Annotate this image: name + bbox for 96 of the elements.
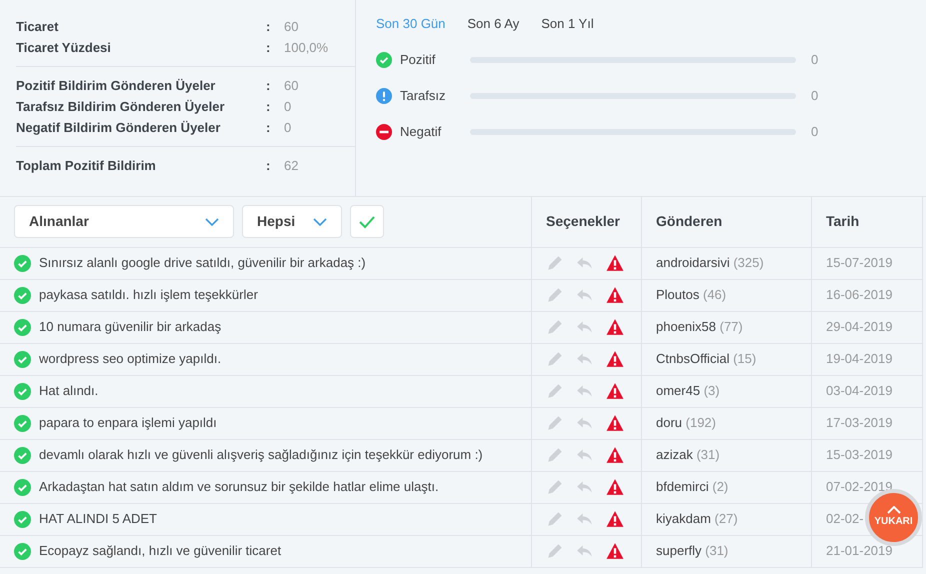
check-circle-icon [376, 52, 392, 68]
pencil-icon[interactable] [546, 414, 564, 432]
sender-name: androidarsivi (325) [656, 255, 764, 270]
colon: : [266, 76, 272, 95]
comment-text: Hat alındı. [39, 382, 98, 400]
chevron-down-icon [313, 218, 327, 226]
column-header: Seçenekler [532, 197, 642, 247]
period-tab[interactable]: Son 6 Ay [467, 14, 520, 34]
date-cell: 03-04-2019 [812, 375, 922, 407]
feedback-count: 0 [811, 50, 818, 69]
comment-text: wordpress seo optimize yapıldı. [39, 350, 222, 368]
colon: : [266, 98, 272, 116]
warning-icon[interactable] [606, 286, 624, 304]
date-cell: 16-06-2019 [812, 279, 922, 311]
pencil-icon[interactable] [546, 542, 564, 560]
confirm-button[interactable] [350, 205, 384, 238]
date-cell: 19-04-2019 [812, 343, 922, 375]
date-cell: 17-03-2019 [812, 407, 922, 439]
warning-icon[interactable] [606, 414, 624, 432]
pencil-icon[interactable] [546, 254, 564, 272]
feedback-label: Negatif [400, 122, 442, 141]
check-circle-icon [14, 478, 31, 496]
pencil-icon[interactable] [546, 286, 564, 304]
check-circle-icon [14, 254, 31, 272]
comment-text: Arkadaştan hat satın aldım ve sorunsuz bir şekilde hatlar elime ulaştı. [39, 478, 439, 496]
sender-name: CtnbsOfficial (15) [656, 351, 756, 366]
warning-icon[interactable] [606, 382, 624, 400]
stat-value: 60 [284, 76, 298, 95]
colon: : [266, 156, 272, 175]
stat-label: Pozitif Bildirim Gönderen Üyeler [16, 76, 216, 95]
stat-value: 100,0% [284, 38, 328, 57]
warning-icon[interactable] [606, 318, 624, 336]
direction-select[interactable]: Alınanlar [14, 205, 234, 238]
pencil-icon[interactable] [546, 510, 564, 528]
colon: : [266, 38, 272, 57]
comment-text: 10 numara güvenilir bir arkadaş [39, 318, 222, 336]
stat-value: 62 [284, 156, 298, 175]
stat-label: Tarafsız Bildirim Gönderen Üyeler [16, 98, 226, 116]
sender-name: omer45 (3) [656, 383, 720, 398]
pencil-icon[interactable] [546, 318, 564, 336]
check-circle-icon [14, 318, 31, 336]
pencil-icon[interactable] [546, 382, 564, 400]
comment-text: papara to enpara işlemi yapıldı [39, 414, 217, 432]
warning-icon[interactable] [606, 510, 624, 528]
check-circle-icon [14, 286, 31, 304]
pencil-icon[interactable] [546, 478, 564, 496]
check-circle-icon [14, 542, 31, 560]
minus-circle-icon [376, 124, 392, 140]
chevron-down-icon [205, 218, 219, 226]
feedback-count: 0 [811, 86, 818, 105]
stat-label: Ticaret Yüzdesi [16, 38, 112, 57]
warning-icon[interactable] [606, 350, 624, 368]
check-circle-icon [14, 414, 31, 432]
sender-name: phoenix58 (77) [656, 319, 743, 334]
column-header: Gönderen [642, 197, 812, 247]
warning-icon[interactable] [606, 542, 624, 560]
date-cell: 15-07-2019 [812, 247, 922, 279]
comment-text: Ecopayz sağlandı, hızlı ve güvenilir ticaret [39, 542, 282, 560]
stat-label: Toplam Pozitif Bildirim [16, 156, 157, 175]
check-icon [359, 214, 375, 229]
check-circle-icon [14, 510, 31, 528]
date-cell: 15-03-2019 [812, 439, 922, 471]
stat-value: 0 [284, 98, 292, 116]
stat-label: Negatif Bildirim Gönderen Üyeler [16, 118, 222, 137]
sender-name: Ploutos (46) [656, 287, 726, 302]
sender-name: kiyakdam (27) [656, 511, 738, 526]
warning-icon[interactable] [606, 478, 624, 496]
comment-text: devamlı olarak hızlı ve güvenli alışveriş sağladığınız için teşekkür ediyorum :) [39, 446, 483, 464]
warning-icon[interactable] [606, 254, 624, 272]
sender-name: superfly (31) [656, 543, 728, 558]
stat-label: Ticaret [16, 18, 60, 36]
check-circle-icon [14, 350, 31, 368]
stat-value: 0 [284, 118, 292, 137]
column-header: Tarih [812, 197, 922, 247]
warning-icon[interactable] [606, 446, 624, 464]
feedback-count: 0 [811, 122, 818, 141]
colon: : [266, 118, 272, 137]
exclamation-circle-icon [376, 88, 392, 104]
pencil-icon[interactable] [546, 350, 564, 368]
comment-text: Sınırsız alanlı google drive satıldı, güvenilir bir arkadaş :) [39, 254, 366, 272]
sender-name: bfdemirci (2) [656, 479, 728, 494]
type-select[interactable]: Hepsi [242, 205, 342, 238]
caret-up-icon [886, 506, 900, 514]
feedback-label: Tarafsız [400, 86, 447, 105]
check-circle-icon [14, 446, 31, 464]
colon: : [266, 18, 272, 36]
pencil-icon[interactable] [546, 446, 564, 464]
stat-value: 60 [284, 18, 298, 36]
comment-text: paykasa satıldı. hızlı işlem teşekkürler [39, 286, 258, 304]
check-circle-icon [14, 382, 31, 400]
sender-name: azizak (31) [656, 447, 720, 462]
sender-name: doru (192) [656, 415, 716, 430]
feedback-label: Pozitif [400, 50, 436, 69]
comment-text: HAT ALINDI 5 ADET [39, 510, 158, 528]
date-cell: 29-04-2019 [812, 311, 922, 343]
period-tab[interactable]: Son 1 Yıl [541, 14, 594, 34]
